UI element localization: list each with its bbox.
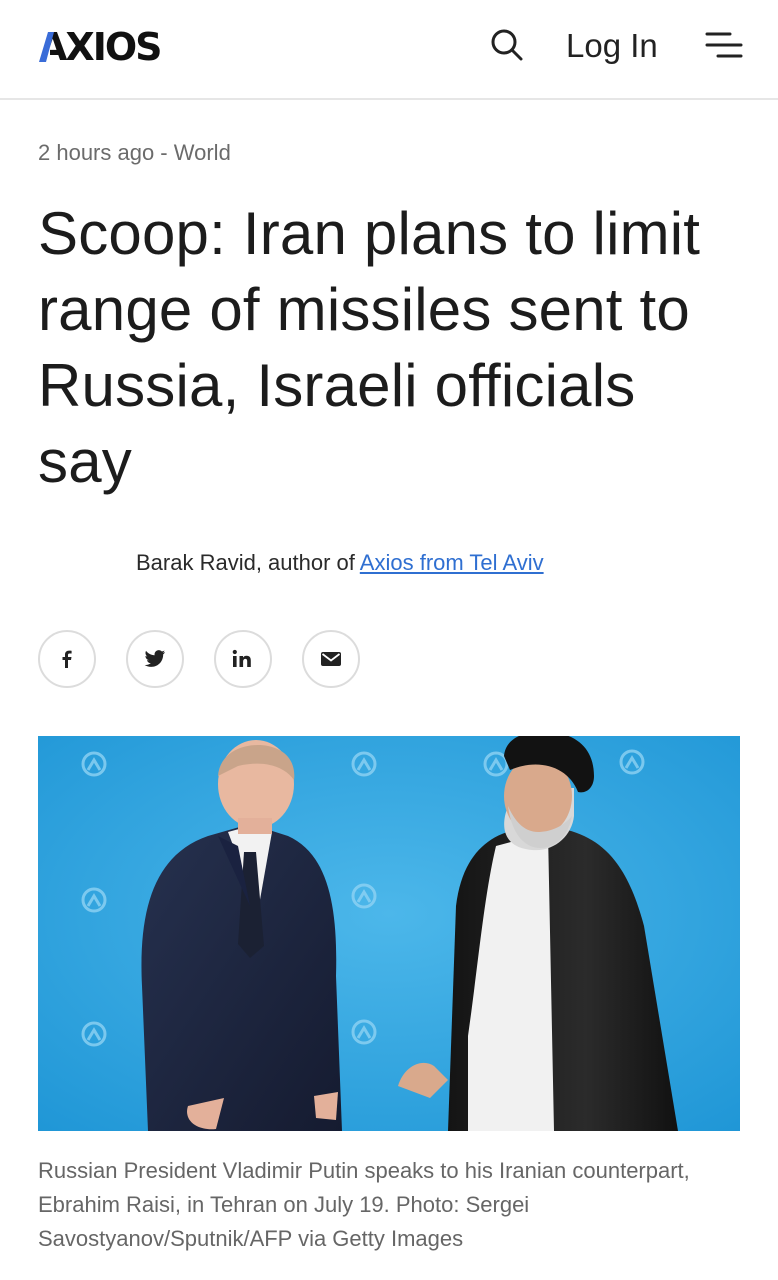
menu-button[interactable] bbox=[704, 28, 744, 64]
axios-logo-mark: AXIOS bbox=[38, 28, 160, 64]
facebook-icon bbox=[62, 650, 72, 668]
article-title: Scoop: Iran plans to limit range of miss… bbox=[38, 200, 701, 495]
share-buttons bbox=[38, 630, 360, 688]
axios-logo-text: AXIOS bbox=[38, 28, 160, 64]
login-link[interactable]: Log In bbox=[566, 24, 658, 68]
article-meta: 2 hours ago - World bbox=[38, 140, 231, 165]
article-photo bbox=[38, 736, 740, 1131]
byline-newsletter-link[interactable]: Axios from Tel Aviv bbox=[360, 550, 544, 575]
byline: Barak Ravid, author of Axios from Tel Av… bbox=[136, 550, 544, 576]
search-icon bbox=[491, 29, 523, 61]
share-facebook-button[interactable] bbox=[38, 630, 96, 688]
site-header: AXIOS Log In bbox=[0, 0, 778, 100]
linkedin-icon bbox=[232, 649, 251, 667]
photo-putin-raisi bbox=[38, 736, 740, 1131]
twitter-icon bbox=[144, 650, 166, 667]
share-email-button[interactable] bbox=[302, 630, 360, 688]
search-button[interactable] bbox=[488, 26, 526, 64]
photo-caption: Russian President Vladimir Putin speaks … bbox=[38, 1158, 690, 1251]
share-linkedin-button[interactable] bbox=[214, 630, 272, 688]
byline-author: Barak Ravid, author of bbox=[136, 550, 360, 575]
menu-icon bbox=[705, 32, 743, 58]
share-twitter-button[interactable] bbox=[126, 630, 184, 688]
email-icon bbox=[321, 652, 341, 666]
axios-logo[interactable]: AXIOS bbox=[38, 26, 160, 66]
